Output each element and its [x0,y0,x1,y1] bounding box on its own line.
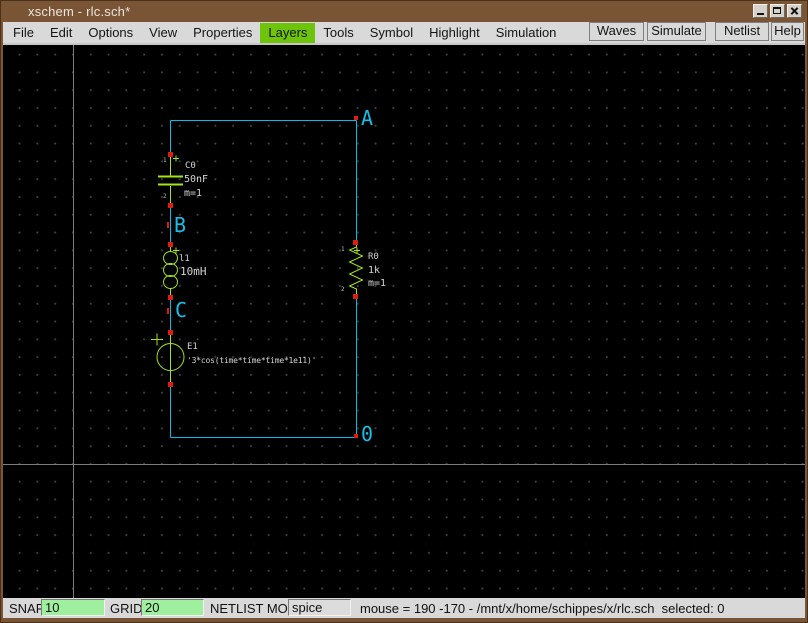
menu-view[interactable]: View [141,23,185,43]
resistor-symbol[interactable] [350,242,363,295]
menu-options[interactable]: Options [80,23,141,43]
menu-file[interactable]: File [5,23,42,43]
circuit-drawing [3,45,805,598]
menu-highlight[interactable]: Highlight [421,23,488,43]
plus-polarity-icon [151,334,163,346]
net-label-b[interactable]: B [174,215,186,235]
source-ref: E1 [187,343,198,352]
waves-button[interactable]: Waves [589,22,644,41]
inductor-ref: l1 [179,255,190,264]
resistor-pin2-number: 2 [341,287,345,293]
inductor-symbol[interactable] [164,244,180,297]
minimize-button[interactable] [753,4,768,18]
menu-tools[interactable]: Tools [315,23,361,43]
capacitor-pin1-number: 1 [163,158,167,164]
menu-layers[interactable]: Layers [260,23,315,43]
maximize-icon [773,7,781,14]
net-label-gnd[interactable]: 0 [361,424,373,444]
menu-edit[interactable]: Edit [42,23,80,43]
net-wires[interactable] [171,121,357,438]
plus-polarity-icon [173,156,179,162]
voltage-source-symbol[interactable] [151,334,184,383]
net-label-c[interactable]: C [175,300,187,320]
net-endpoint-0 [354,434,358,438]
menu-simulation[interactable]: Simulation [488,23,565,43]
mouse-coordinates-status: mouse = 190 -170 - /mnt/x/home/schippes/… [360,601,725,616]
window-controls [753,4,802,18]
grid-input[interactable] [141,599,204,616]
net-label-a[interactable]: A [361,108,373,128]
simulate-button[interactable]: Simulate [647,22,706,41]
source-value: '3*cos(time*time*time*1e11)' [187,357,316,365]
title-bar[interactable]: xschem - rlc.sch* [0,0,808,22]
window-title: xschem - rlc.sch* [28,4,130,19]
inductor-value: 10mH [180,266,207,277]
menu-symbol[interactable]: Symbol [362,23,421,43]
schematic-canvas[interactable]: A B C 0 C0 50nF m=1 1 2 l1 10mH E1 '3*co… [3,45,805,598]
label-anchor-b [167,222,169,228]
capacitor-ref: C0 [185,162,196,171]
status-bar: SNAP: GRID: NETLIST MODE: mouse = 190 -1… [3,598,805,618]
resistor-mult: m=1 [368,279,386,289]
close-button[interactable] [787,4,802,18]
label-anchor-c [167,308,169,314]
netlist-mode-input[interactable] [288,599,351,616]
capacitor-value: 50nF [184,175,208,185]
minimize-icon [757,13,764,15]
resistor-ref: R0 [368,253,379,262]
help-button[interactable]: Help [771,22,804,41]
resistor-pin1-number: 1 [341,247,345,253]
capacitor-symbol[interactable] [158,154,183,205]
snap-input[interactable] [41,599,105,616]
net-endpoint-a [354,116,358,120]
menu-properties[interactable]: Properties [185,23,260,43]
maximize-button[interactable] [770,4,785,18]
netlist-button[interactable]: Netlist [715,22,769,41]
resistor-value: 1k [368,266,380,276]
menu-bar: FileEditOptionsViewPropertiesLayersTools… [3,22,805,45]
capacitor-mult: m=1 [184,189,202,199]
capacitor-pin2-number: 2 [163,194,167,200]
